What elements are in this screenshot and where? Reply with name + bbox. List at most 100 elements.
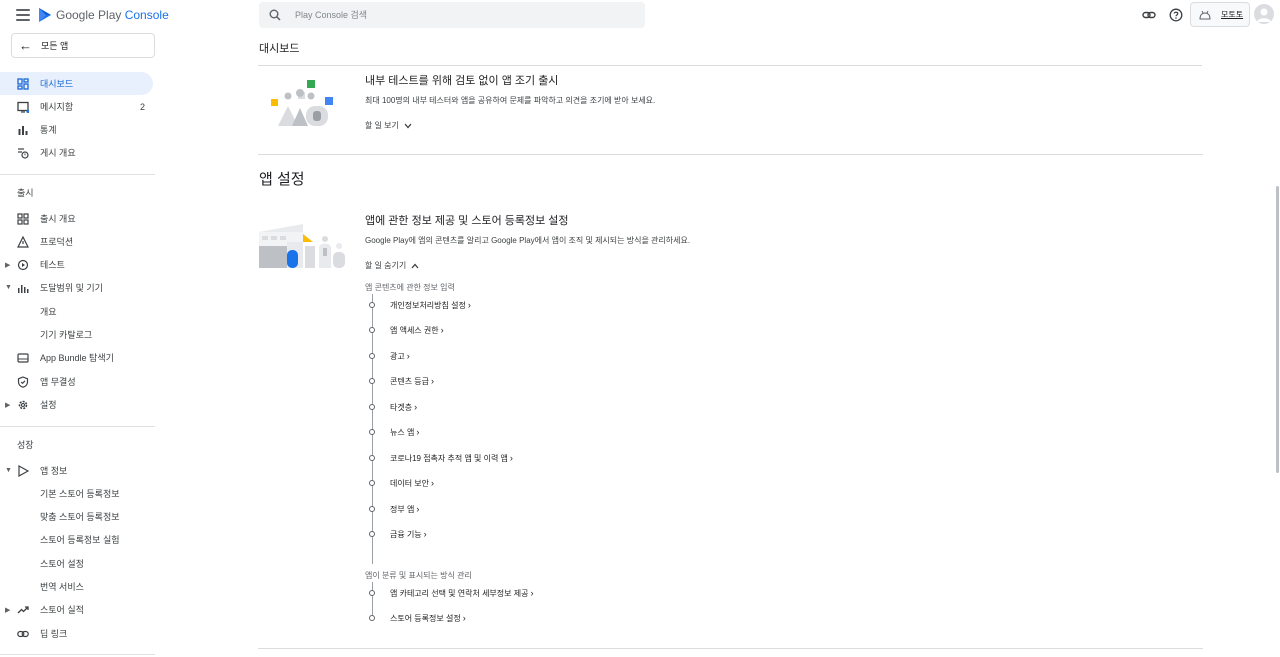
task-government-app[interactable]: 정부 앱 › [369,502,419,516]
toggle-label: 할 일 숨기기 [365,261,407,270]
sidebar-item-label: 스토어 등록정보 실험 [40,535,120,545]
sidebar-item-statistics[interactable]: 통계 [0,118,155,141]
card-divider [258,648,1203,649]
store-presence-icon [18,464,29,477]
trending-icon [17,605,29,613]
app-setup-section-title: 앱 설정 [259,171,305,188]
page-scrollbar[interactable] [1276,186,1279,473]
task-privacy-policy[interactable]: 개인정보처리방침 설정 › [369,298,471,312]
sidebar-subitem-store-listing-experiments[interactable]: 스토어 등록정보 실험 [0,528,155,551]
publishing-overview-icon [18,147,29,159]
task-group-label: 앱 콘텐츠에 관한 정보 입력 [365,283,455,292]
sidebar-item-label: 딥 링크 [40,629,68,639]
task-label: 스토어 등록정보 설정 [390,613,461,623]
avatar[interactable] [1254,4,1274,24]
expand-caret-icon: ▶ [5,606,11,614]
sidebar-subitem-overview[interactable]: 개요 [0,300,155,323]
search-input[interactable] [295,10,595,20]
task-label: 개인정보처리방침 설정 [390,300,466,310]
sidebar: Google Play Console ← 모든 앱 대시보드 메시지함 2 통… [0,0,169,657]
sidebar-subitem-device-catalog[interactable]: 기기 카탈로그 [0,323,155,346]
task-content-rating[interactable]: 콘텐츠 등급 › [369,374,434,388]
hide-tasks-toggle[interactable]: 할 일 숨기기 [365,260,419,271]
sidebar-item-inbox[interactable]: 메시지함 2 [0,95,155,118]
release-overview-icon [17,212,29,225]
sidebar-item-label: 앱 무결성 [40,377,76,387]
sidebar-subitem-main-store-listing[interactable]: 기본 스토어 등록정보 [0,482,155,505]
grow-section-title: 성장 [17,440,34,450]
current-app-selector[interactable]: 모토토 [1190,2,1250,27]
sidebar-item-app-integrity[interactable]: 앱 무결성 [0,370,155,393]
sidebar-subitem-custom-store-listing[interactable]: 맞춤 스토어 등록정보 [0,505,155,528]
task-target-audience[interactable]: 타겟층 › [369,400,417,414]
production-icon [17,235,29,248]
task-label: 뉴스 앱 [390,427,415,437]
collapse-caret-icon: ▼ [5,467,12,474]
product-name: Google Play Console [56,8,169,22]
sidebar-item-testing[interactable]: ▶ 테스트 [0,253,155,276]
google-play-console-logo[interactable]: Google Play Console [38,7,169,23]
sidebar-item-label: 앱 정보 [40,466,68,476]
sidebar-item-label: 게시 개요 [40,148,76,158]
sidebar-item-deep-links[interactable]: 딥 링크 [0,622,155,645]
reach-devices-icon [18,284,29,293]
card-divider [258,154,1203,155]
sidebar-item-publishing-overview[interactable]: 게시 개요 [0,141,155,164]
help-icon[interactable] [1169,8,1183,22]
task-label: 데이터 보안 [390,478,430,488]
sidebar-item-app-bundle-explorer[interactable]: App Bundle 탐색기 [0,346,155,369]
sidebar-subitem-store-settings[interactable]: 스토어 설정 [0,552,155,575]
sidebar-item-dashboard[interactable]: 대시보드 [0,72,153,95]
task-financial-features[interactable]: 금융 기능 › [369,527,427,541]
task-status-dot [369,327,375,333]
android-icon [1199,10,1211,20]
internal-test-card-description: 최대 100명의 내부 테스터와 앱을 공유하여 문제를 파악하고 의견을 조기… [365,96,656,105]
view-tasks-toggle[interactable]: 할 일 보기 [365,120,412,131]
shield-icon [17,375,29,388]
task-app-access[interactable]: 앱 액세스 권한 › [369,323,444,337]
sidebar-item-label: 기기 카탈로그 [40,330,93,340]
chevron-up-icon [411,263,419,268]
task-app-category-contact[interactable]: 앱 카테고리 선택 및 연락처 세부정보 제공 › [369,586,533,600]
task-ads[interactable]: 광고 › [369,349,410,363]
sidebar-item-reach-devices[interactable]: ▼ 도달범위 및 기기 [0,276,155,299]
task-news-app[interactable]: 뉴스 앱 › [369,425,419,439]
task-covid-app[interactable]: 코로나19 접촉자 추적 앱 및 이력 앱 › [369,451,513,465]
sidebar-item-settings[interactable]: ▶ 설정 [0,393,155,416]
chevron-right-icon: › [414,402,418,412]
sidebar-item-label: 번역 서비스 [40,582,84,592]
sidebar-item-store-performance[interactable]: ▶ 스토어 실적 [0,598,155,621]
task-status-dot [369,615,375,621]
gear-icon [18,400,28,409]
sidebar-item-release-overview[interactable]: 출시 개요 [0,207,155,230]
sidebar-item-label: 프로덕션 [40,237,74,247]
task-label: 앱 액세스 권한 [390,325,439,335]
sidebar-divider [0,654,155,655]
chevron-right-icon: › [462,613,466,623]
task-status-dot [369,404,375,410]
menu-icon[interactable] [16,9,30,21]
sidebar-item-production[interactable]: 프로덕션 [0,230,155,253]
task-status-dot [369,506,375,512]
task-status-dot [369,429,375,435]
chevron-right-icon: › [416,504,420,514]
link-icon[interactable] [1142,8,1156,22]
link-icon [17,630,29,637]
page-title: 대시보드 [259,43,300,55]
task-store-listing[interactable]: 스토어 등록정보 설정 › [369,611,466,625]
task-status-dot [369,353,375,359]
sidebar-divider [0,426,155,427]
task-group-label: 앱이 분류 및 표시되는 방식 관리 [365,571,472,580]
sidebar-subitem-translation-service[interactable]: 번역 서비스 [0,575,155,598]
toggle-label: 할 일 보기 [365,121,399,130]
task-label: 금융 기능 [390,529,422,539]
task-status-dot [369,302,375,308]
sidebar-item-store-presence[interactable]: ▼ 앱 정보 [0,459,155,482]
task-status-dot [369,531,375,537]
sidebar-item-label: 맞춤 스토어 등록정보 [40,512,120,522]
inbox-count-badge: 2 [139,101,145,112]
task-data-safety[interactable]: 데이터 보안 › [369,476,434,490]
all-apps-button[interactable]: ← 모든 앱 [11,33,155,58]
app-bundle-icon [17,352,29,363]
search-bar[interactable] [259,2,645,28]
